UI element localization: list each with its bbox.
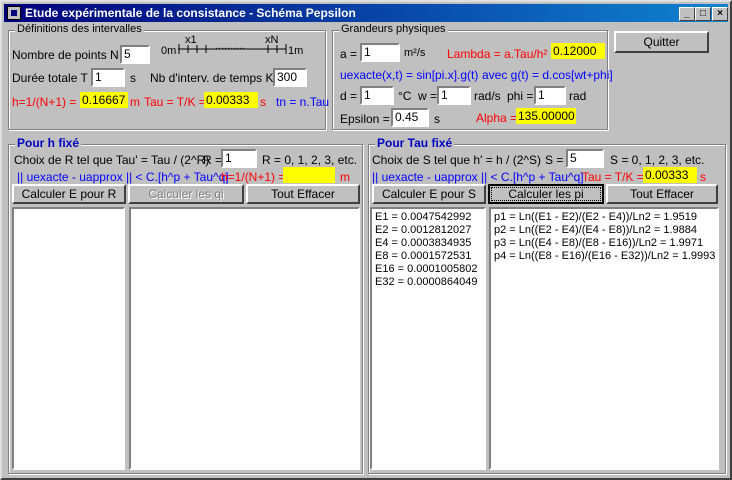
epsilon-unit: s bbox=[434, 112, 440, 126]
s-values-label: S = 0, 1, 2, 3, etc. bbox=[610, 153, 705, 167]
title-bar[interactable]: Etude expérimentale de la consistance - … bbox=[4, 4, 728, 22]
w-label: w = bbox=[418, 89, 438, 103]
uexacte-label: uexacte(x,t) = sin[pi.x].g(t) bbox=[340, 68, 479, 82]
s-input[interactable]: 5 bbox=[566, 149, 604, 168]
t-unit: s bbox=[130, 71, 136, 85]
h-value: 0.16667 bbox=[80, 92, 128, 108]
d-unit: °C bbox=[398, 89, 412, 103]
alpha-value: 135.00000 bbox=[516, 108, 576, 124]
r-input[interactable]: 1 bbox=[221, 149, 257, 168]
calc-e-r-button[interactable]: Calculer E pour R bbox=[12, 184, 126, 204]
list-item[interactable]: E1 = 0.0047542992 bbox=[375, 211, 481, 224]
r-values-label: R = 0, 1, 2, 3, etc. bbox=[262, 153, 358, 167]
window-title: Etude expérimentale de la consistance - … bbox=[25, 6, 356, 20]
list-item[interactable]: E2 = 0.0012812027 bbox=[375, 224, 481, 237]
quit-button[interactable]: Quitter bbox=[614, 31, 709, 53]
list-item[interactable]: p3 = Ln((E4 - E8)/(E8 - E16))/Ln2 = 1.99… bbox=[494, 237, 714, 250]
k-input[interactable]: 300 bbox=[273, 68, 307, 87]
phi-input[interactable]: 1 bbox=[534, 86, 566, 105]
minimize-button[interactable]: _ bbox=[679, 7, 695, 21]
s-label: S = bbox=[545, 153, 564, 167]
list-item[interactable]: E8 = 0.0001572531 bbox=[375, 250, 481, 263]
x-end-label: 1m bbox=[288, 45, 304, 57]
d-input[interactable]: 1 bbox=[360, 86, 394, 105]
h-label: h=1/(N+1) = bbox=[12, 95, 77, 109]
a-input[interactable]: 1 bbox=[360, 43, 400, 62]
calc-e-s-button[interactable]: Calculer E pour S bbox=[372, 184, 486, 204]
h-fixed-h-label: h=1/(N+1) = bbox=[221, 170, 286, 184]
tau-fixed-tau-label: Tau = T/K = bbox=[582, 170, 644, 184]
e-s-list[interactable]: E1 = 0.0047542992 E2 = 0.0012812027 E4 =… bbox=[370, 207, 486, 470]
n-input[interactable]: 5 bbox=[120, 45, 150, 64]
tau-fixed-tau-unit: s bbox=[700, 170, 706, 184]
epsilon-input[interactable]: 0.45 bbox=[391, 108, 429, 127]
qi-list[interactable] bbox=[129, 207, 360, 470]
tn-label: tn = n.Tau bbox=[276, 95, 330, 109]
maximize-button[interactable]: □ bbox=[695, 7, 711, 21]
tau-unit: s bbox=[260, 95, 266, 109]
tau-label: Tau = T/K = bbox=[144, 95, 206, 109]
h-norm-label: || uexacte - uapprox || < C.[h^p + Tau^q… bbox=[17, 170, 229, 184]
w-input[interactable]: 1 bbox=[437, 86, 471, 105]
clear-all-tau-button[interactable]: Tout Effacer bbox=[606, 184, 718, 204]
tau-value: 0.00333 bbox=[204, 92, 258, 108]
d-label: d = bbox=[340, 89, 358, 103]
list-item[interactable]: E4 = 0.0003834935 bbox=[375, 237, 481, 250]
t-label: Durée totale T = bbox=[12, 71, 98, 85]
g-label: avec g(t) = d.cos[wt+phi] bbox=[482, 68, 613, 82]
e-r-list[interactable] bbox=[12, 207, 125, 470]
a-label: a = bbox=[340, 47, 358, 61]
k-label: Nb d'interv. de temps K = bbox=[150, 71, 284, 85]
phi-unit: rad bbox=[569, 89, 587, 103]
alpha-label: Alpha = bbox=[476, 111, 518, 125]
list-item[interactable]: E16 = 0.0001005802 bbox=[375, 263, 481, 276]
x-start-label: 0m bbox=[161, 45, 177, 57]
app-icon[interactable] bbox=[7, 6, 21, 20]
main-window: Etude expérimentale de la consistance - … bbox=[0, 0, 732, 480]
r-label: R = bbox=[203, 153, 223, 167]
calc-pi-button[interactable]: Calculer les pi bbox=[488, 184, 604, 204]
mesh-diagram bbox=[178, 44, 287, 54]
tau-norm-label: || uexacte - uapprox || < C.[h^p + Tau^q… bbox=[372, 170, 584, 184]
epsilon-label: Epsilon = bbox=[340, 112, 390, 126]
phi-label: phi = bbox=[507, 89, 534, 103]
h-fixed-h-value bbox=[283, 167, 335, 183]
a-unit: m²/s bbox=[404, 47, 426, 59]
physics-group-label: Grandeurs physiques bbox=[339, 23, 448, 35]
w-unit: rad/s bbox=[474, 89, 501, 103]
calc-qi-button[interactable]: Calculer les qi bbox=[128, 184, 244, 204]
lambda-value: 0.12000 bbox=[551, 43, 605, 59]
h-unit: m bbox=[130, 95, 140, 109]
close-button[interactable]: × bbox=[712, 7, 728, 21]
h-fixed-h-unit: m bbox=[340, 170, 350, 184]
list-item[interactable]: E32 = 0.0000864049 bbox=[375, 276, 481, 289]
intervals-group-label: Définitions des intervalles bbox=[15, 23, 144, 35]
n-label: Nombre de points N = bbox=[12, 48, 130, 62]
list-item[interactable]: p2 = Ln((E2 - E4)/(E4 - E8))/Ln2 = 1.988… bbox=[494, 224, 714, 237]
h-fixed-title: Pour h fixé bbox=[15, 136, 82, 150]
pi-list[interactable]: p1 = Ln((E1 - E2)/(E2 - E4))/Ln2 = 1.951… bbox=[489, 207, 719, 470]
tau-fixed-title: Pour Tau fixé bbox=[375, 136, 455, 150]
r-choice-label: Choix de R tel que Tau' = Tau / (2^R) bbox=[14, 153, 210, 167]
t-input[interactable]: 1 bbox=[91, 68, 125, 87]
lambda-label: Lambda = a.Tau/h² = bbox=[447, 47, 558, 61]
tau-fixed-tau-value: 0.00333 bbox=[643, 167, 697, 183]
clear-all-h-button[interactable]: Tout Effacer bbox=[246, 184, 360, 204]
list-item[interactable]: p1 = Ln((E1 - E2)/(E2 - E4))/Ln2 = 1.951… bbox=[494, 211, 714, 224]
s-choice-label: Choix de S tel que h' = h / (2^S) bbox=[372, 153, 542, 167]
list-item[interactable]: p4 = Ln((E8 - E16)/(E16 - E32))/Ln2 = 1.… bbox=[494, 250, 715, 263]
